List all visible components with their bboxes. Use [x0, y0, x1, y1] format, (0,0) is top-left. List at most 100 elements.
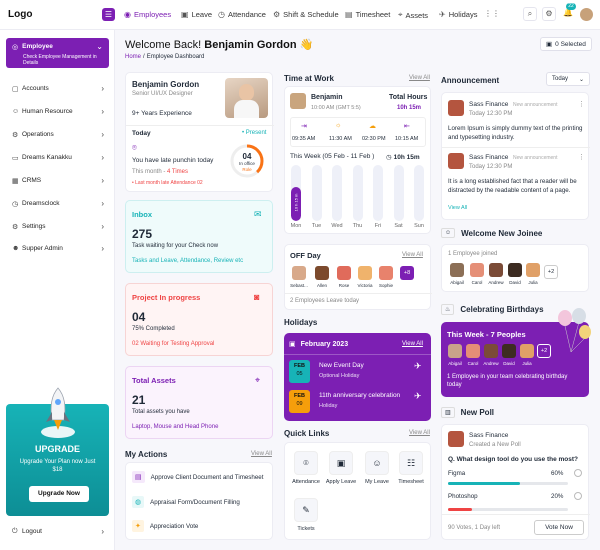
operations-icon: ⚙: [12, 131, 19, 139]
person[interactable]: Rose: [335, 266, 353, 288]
poll-sub: Created a New Poll: [469, 442, 521, 448]
quick-link-tickets[interactable]: ✎ Tickets: [290, 498, 322, 532]
last-month-text: • Last month late Attendance 02: [132, 180, 203, 186]
selected-counter[interactable]: ▣ 0 Selected: [540, 37, 592, 51]
poll-radio[interactable]: [574, 469, 582, 477]
nav-holidays[interactable]: ✈ Holidays: [439, 10, 477, 19]
quick-link-apply-leave[interactable]: ▣ Apply Leave: [325, 451, 357, 485]
person[interactable]: Abigail: [448, 263, 466, 285]
off-day-people: Sebast... Allen Rose Victoria Sophie +8: [290, 266, 428, 290]
quick-links-view-all[interactable]: View All: [409, 430, 430, 436]
more-options-icon[interactable]: ⋮: [578, 153, 585, 161]
person[interactable]: Allen: [313, 266, 331, 288]
quick-link-attendance[interactable]: ⌾ Attendance: [290, 451, 322, 485]
sidebar: ◎ Employee ⌄ Check Employee Management in …: [0, 30, 115, 550]
crm-icon: ▦: [12, 177, 19, 185]
quick-link-timesheet[interactable]: ☷ Timesheet: [395, 451, 427, 485]
breadcrumb: Home / Employee Dashboard: [125, 54, 205, 60]
sidebar-item-human-resource[interactable]: ☺ Human Resource ›: [12, 107, 104, 116]
poll-bar-fill: [448, 508, 472, 511]
user-icon: ☺: [365, 451, 389, 475]
announcement-filter-select[interactable]: Today ⌄: [546, 72, 590, 86]
poll-bar: [448, 508, 568, 511]
sidebar-item-employee[interactable]: ◎ Employee ⌄ Check Employee Management in …: [6, 38, 109, 68]
clock-icon: ◷: [386, 154, 392, 161]
nav-timesheet[interactable]: ▤ Timesheet: [345, 10, 390, 19]
week-label: This Week (05 Feb - 11 Feb ): [290, 153, 375, 160]
user-avatar[interactable]: [580, 8, 593, 21]
action-item[interactable]: ✦ Appreciation Vote: [132, 520, 198, 532]
off-day-view-all[interactable]: View All: [402, 252, 423, 258]
holidays-view-all[interactable]: View All: [402, 341, 423, 347]
upgrade-now-button[interactable]: Upgrade Now: [29, 486, 89, 502]
poll-radio[interactable]: [574, 492, 582, 500]
vote-now-button[interactable]: Vote Now: [534, 520, 584, 535]
sunset-icon: ☁: [369, 123, 376, 130]
inbox-count: 275: [132, 227, 153, 241]
person[interactable]: Andrew: [483, 344, 499, 366]
avatar: [290, 93, 306, 109]
person[interactable]: David: [506, 263, 524, 285]
upgrade-title: UPGRADE: [34, 444, 80, 454]
search-icon[interactable]: ⌕: [523, 7, 537, 21]
assets-card[interactable]: Total Assets ⌖ 21 Total assets you have …: [125, 366, 273, 439]
menu-toggle-button[interactable]: ☰: [102, 8, 115, 21]
person[interactable]: Victoria: [356, 266, 374, 288]
nav-employees[interactable]: ◉ Employees: [124, 10, 171, 19]
person[interactable]: Abigail: [447, 344, 463, 366]
nav-attendance[interactable]: ◷ Attendance: [218, 10, 266, 19]
person[interactable]: Carol: [468, 263, 486, 285]
sidebar-logout[interactable]: ⏻ Logout ›: [12, 527, 104, 536]
action-item[interactable]: ◍ Appraisal Form/Document Filling: [132, 496, 240, 508]
sidebar-item-dreams-kanakku[interactable]: ▭ Dreams Kanakku ›: [12, 153, 104, 162]
clock-icon: ◷: [218, 10, 225, 19]
timesheet-icon: ☷: [399, 451, 423, 475]
person[interactable]: Andrew: [487, 263, 505, 285]
punch-text: You have late punchin today: [132, 157, 214, 164]
person[interactable]: Sophie: [377, 266, 395, 288]
quick-link-my-leave[interactable]: ☺ My Leave: [361, 451, 393, 485]
person[interactable]: Julia: [524, 263, 542, 285]
sidebar-item-dreamsclock[interactable]: ◷ Dreamsclock ›: [12, 199, 104, 208]
profile-photo: [225, 78, 268, 118]
poll-option-label: Photoshop: [448, 493, 478, 500]
more-options-icon[interactable]: ⋮: [578, 100, 585, 108]
inbox-link[interactable]: Tasks and Leave, Attendance, Review etc: [132, 258, 243, 264]
sidebar-item-crms[interactable]: ▦ CRMS ›: [12, 176, 104, 185]
project-card[interactable]: Project In progress ◙ 04 75% Completed 0…: [125, 283, 273, 356]
project-link[interactable]: 02 Waiting for Testing Approval: [132, 341, 214, 347]
action-item[interactable]: ▤ Approve Client Document and Timesheet: [132, 471, 263, 483]
week-bar-label: 10 h 15 m: [293, 193, 299, 212]
holidays-title: Holidays: [284, 318, 318, 327]
person[interactable]: David: [501, 344, 517, 366]
logo[interactable]: Logo: [8, 9, 32, 20]
more-people-badge[interactable]: +2: [537, 344, 551, 358]
sidebar-item-accounts[interactable]: ▢ Accounts ›: [12, 84, 104, 93]
sidebar-item-operations[interactable]: ⚙ Operations ›: [12, 130, 104, 139]
grid-icon[interactable]: ⋮⋮: [484, 9, 500, 18]
inbox-card[interactable]: Inbox ✉ 275 Task waiting for your Check …: [125, 200, 273, 273]
time-at-work-view-all[interactable]: View All: [409, 75, 430, 81]
sidebar-item-settings[interactable]: ⚙ Settings ›: [12, 222, 104, 231]
assets-link[interactable]: Laptop, Mouse and Head Phone: [132, 424, 218, 430]
login-icon: ⇥: [301, 123, 307, 130]
nav-leave[interactable]: ▣ Leave: [181, 10, 212, 19]
week-bar-sun: [414, 165, 424, 221]
my-actions-view-all[interactable]: View All: [251, 451, 272, 457]
sidebar-item-supper-admin[interactable]: ☻ Supper Admin ›: [12, 244, 104, 253]
calendar-icon: ▣: [289, 341, 296, 348]
nav-shift-schedule[interactable]: ⚙ Shift & Schedule: [273, 10, 339, 19]
more-people-badge[interactable]: +8: [400, 266, 414, 280]
plane-icon: ✈: [414, 361, 422, 371]
poll-bar-fill: [448, 482, 520, 485]
nav-assets[interactable]: ⌖ Assets: [398, 10, 428, 20]
person[interactable]: Julia: [519, 344, 535, 366]
settings-gear-icon[interactable]: ⚙: [542, 7, 556, 21]
avatar: [448, 153, 464, 169]
person[interactable]: Sebast...: [290, 266, 308, 288]
announcement-view-all[interactable]: View All: [448, 205, 467, 211]
person[interactable]: Carol: [465, 344, 481, 366]
present-status: • Present: [242, 130, 267, 136]
more-people-badge[interactable]: +2: [544, 265, 558, 279]
new-joinee-card: 1 Employee joined Abigail Carol Andrew D…: [441, 244, 589, 292]
